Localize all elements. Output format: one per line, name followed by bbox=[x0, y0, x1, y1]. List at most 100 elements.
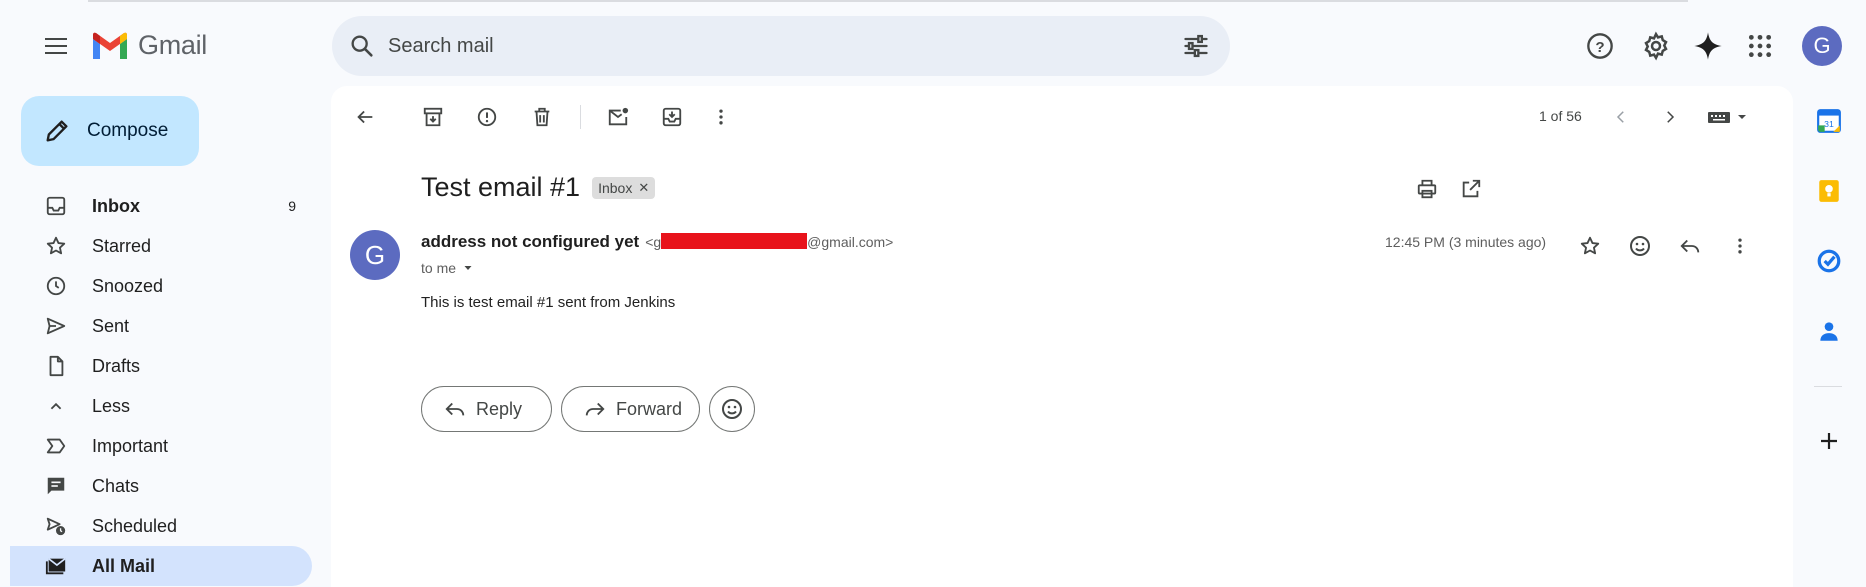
sidebar-item-label: Snoozed bbox=[92, 275, 164, 296]
tasks-app-icon[interactable] bbox=[1812, 244, 1846, 278]
message-body: This is test email #1 sent from Jenkins bbox=[421, 294, 676, 311]
sender-avatar[interactable]: G bbox=[350, 230, 400, 280]
gmail-logo[interactable]: Gmail bbox=[90, 30, 207, 61]
label-chip-inbox[interactable]: Inbox ✕ bbox=[592, 176, 656, 199]
sidebar-item-label: Important bbox=[92, 435, 169, 456]
print-button[interactable] bbox=[1411, 173, 1443, 205]
newer-button[interactable] bbox=[1605, 101, 1637, 133]
arrow-back-icon bbox=[357, 110, 373, 124]
scheduled-icon bbox=[44, 514, 68, 538]
mark-unread-button[interactable] bbox=[602, 101, 634, 133]
sender-email-suffix: @gmail.com> bbox=[807, 234, 894, 250]
forward-button[interactable]: Forward bbox=[561, 386, 700, 432]
open-new-window-button[interactable] bbox=[1455, 173, 1487, 205]
remove-label-icon[interactable]: ✕ bbox=[638, 180, 649, 196]
main-menu-button[interactable] bbox=[36, 30, 76, 62]
side-panel-divider bbox=[1814, 386, 1842, 387]
important-icon bbox=[44, 434, 68, 458]
reply-label: Reply bbox=[476, 398, 523, 419]
sidebar-item-all-mail[interactable]: All Mail bbox=[10, 546, 312, 586]
sidebar-item-starred[interactable]: Starred bbox=[10, 226, 312, 266]
chevron-left-icon bbox=[1616, 111, 1624, 123]
compose-label: Compose bbox=[87, 120, 169, 141]
all-mail-icon bbox=[44, 554, 68, 578]
add-reaction-button[interactable] bbox=[1624, 230, 1656, 262]
compose-button[interactable]: Compose bbox=[21, 96, 199, 166]
sender-email: <g @gmail.com> bbox=[645, 233, 894, 250]
mark-unread-icon bbox=[608, 107, 629, 126]
search-bar[interactable] bbox=[332, 16, 1230, 76]
sidebar-item-chats[interactable]: Chats bbox=[10, 466, 312, 506]
more-actions-button[interactable] bbox=[705, 101, 737, 133]
reply-icon bbox=[445, 402, 465, 416]
search-options-icon[interactable] bbox=[1182, 32, 1210, 60]
back-button[interactable] bbox=[349, 101, 381, 133]
sidebar-item-less[interactable]: Less bbox=[10, 386, 312, 426]
reply-button[interactable]: Reply bbox=[421, 386, 552, 432]
sidebar-item-label: Inbox bbox=[92, 195, 140, 216]
sender-email-prefix: <g bbox=[645, 234, 662, 250]
svg-text:?: ? bbox=[1595, 39, 1604, 56]
apps-grid-icon[interactable] bbox=[1740, 26, 1780, 66]
report-spam-button[interactable] bbox=[471, 101, 503, 133]
sender-name[interactable]: address not configured yet bbox=[421, 232, 639, 252]
archive-button[interactable] bbox=[417, 101, 449, 133]
chevron-right-icon bbox=[1667, 111, 1675, 123]
message-more-button[interactable] bbox=[1724, 230, 1756, 262]
emoji-reaction-button[interactable] bbox=[709, 386, 755, 432]
sender-line: address not configured yet <g @gmail.com> bbox=[421, 232, 893, 252]
sidebar-item-drafts[interactable]: Drafts bbox=[10, 346, 312, 386]
delete-button[interactable] bbox=[526, 101, 558, 133]
sidebar-item-snoozed[interactable]: Snoozed bbox=[10, 266, 312, 306]
move-to-button[interactable] bbox=[656, 101, 688, 133]
sidebar-item-important[interactable]: Important bbox=[10, 426, 312, 466]
help-icon[interactable]: ? bbox=[1580, 26, 1620, 66]
archive-icon bbox=[423, 107, 443, 127]
sidebar-item-sent[interactable]: Sent bbox=[10, 306, 312, 346]
add-app-icon[interactable] bbox=[1812, 424, 1846, 458]
open-in-new-icon bbox=[1462, 179, 1481, 198]
unread-count: 9 bbox=[288, 198, 296, 214]
move-to-icon bbox=[662, 107, 682, 127]
forward-label: Forward bbox=[616, 398, 683, 419]
reply-icon-button[interactable] bbox=[1674, 230, 1706, 262]
search-input[interactable] bbox=[388, 34, 1148, 58]
chevron-up-icon bbox=[44, 394, 68, 418]
sidebar-item-label: All Mail bbox=[92, 555, 156, 576]
keep-app-icon[interactable] bbox=[1812, 174, 1846, 208]
svg-text:31: 31 bbox=[1824, 119, 1834, 129]
toolbar-divider bbox=[580, 105, 581, 129]
settings-gear-icon[interactable] bbox=[1636, 26, 1676, 66]
message-panel: 1 of 56 Test email #1 Inbox ✕ G address … bbox=[331, 86, 1793, 587]
forward-icon bbox=[585, 402, 605, 416]
sidebar-item-inbox[interactable]: Inbox 9 bbox=[10, 186, 312, 226]
gmail-m-icon bbox=[93, 32, 127, 59]
sidebar-nav: Inbox 9 Starred Snoozed Sent Drafts Less… bbox=[10, 186, 312, 586]
recipient-details[interactable]: to me bbox=[421, 260, 474, 276]
spam-icon bbox=[477, 107, 497, 127]
older-button[interactable] bbox=[1654, 101, 1686, 133]
caret-down-icon[interactable] bbox=[462, 262, 474, 274]
input-tools-button[interactable] bbox=[1703, 101, 1753, 133]
sidebar-item-scheduled[interactable]: Scheduled bbox=[10, 506, 312, 546]
sidebar-item-label: Drafts bbox=[92, 355, 141, 376]
calendar-app-icon[interactable]: 31 bbox=[1812, 104, 1846, 138]
star-icon bbox=[44, 234, 68, 258]
clock-icon bbox=[44, 274, 68, 298]
sidebar-item-label: Scheduled bbox=[92, 515, 178, 536]
account-avatar[interactable]: G bbox=[1802, 26, 1842, 66]
message-subject: Test email #1 bbox=[421, 172, 581, 202]
trash-icon bbox=[534, 107, 550, 127]
app-name: Gmail bbox=[138, 30, 208, 60]
contacts-app-icon[interactable] bbox=[1812, 314, 1846, 348]
print-icon bbox=[1417, 179, 1437, 199]
emoji-icon bbox=[722, 399, 742, 419]
gemini-sparkle-icon[interactable] bbox=[1688, 26, 1728, 66]
star-button[interactable] bbox=[1574, 230, 1606, 262]
message-subject-row: Test email #1 Inbox ✕ bbox=[421, 172, 656, 203]
more-vert-icon bbox=[719, 109, 723, 125]
star-outline-icon bbox=[1580, 236, 1600, 255]
inbox-icon bbox=[44, 194, 68, 218]
search-icon[interactable] bbox=[348, 32, 376, 60]
sidebar-item-label: Starred bbox=[92, 235, 152, 256]
